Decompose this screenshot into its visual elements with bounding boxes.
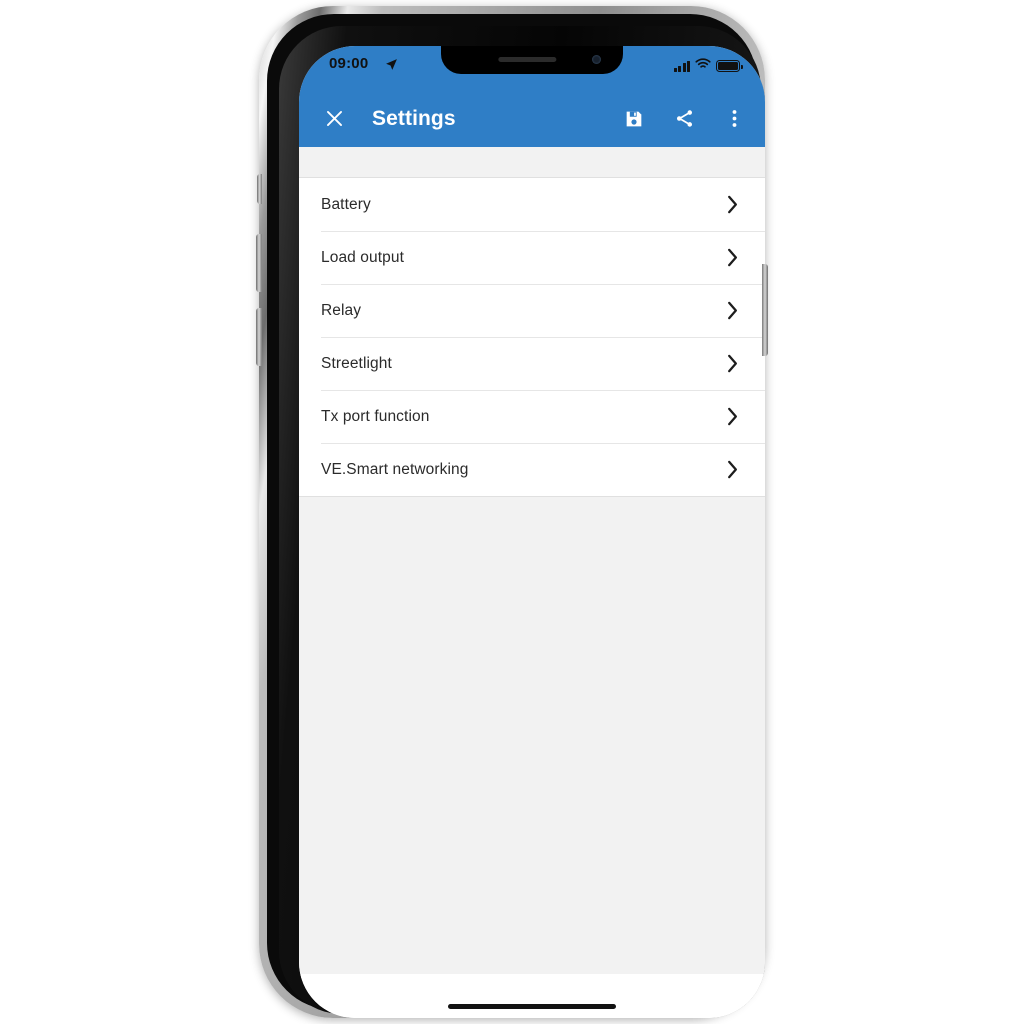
phone-device-frame: 09:00 Settings Battery Load output Relay… bbox=[256, 6, 768, 1018]
chevron-right-icon bbox=[727, 460, 739, 479]
location-arrow-icon bbox=[385, 58, 398, 76]
settings-row-ve-smart-networking[interactable]: VE.Smart networking bbox=[299, 443, 765, 496]
power-button[interactable] bbox=[762, 264, 768, 356]
phone-notch bbox=[441, 46, 623, 74]
settings-content: Battery Load output Relay Streetlight Tx… bbox=[299, 147, 765, 1018]
settings-row-load-output[interactable]: Load output bbox=[299, 231, 765, 284]
app-bar: Settings bbox=[299, 90, 765, 147]
phone-bezel: 09:00 Settings Battery Load output Relay… bbox=[267, 14, 765, 1018]
settings-row-tx-port-function[interactable]: Tx port function bbox=[299, 390, 765, 443]
phone-screen: 09:00 Settings Battery Load output Relay… bbox=[299, 46, 765, 1018]
overflow-menu-button[interactable] bbox=[715, 97, 753, 141]
cellular-signal-icon bbox=[673, 60, 690, 72]
settings-row-label: Load output bbox=[321, 248, 404, 266]
settings-row-battery[interactable]: Battery bbox=[299, 178, 765, 231]
phone-screen-bed: 09:00 Settings Battery Load output Relay… bbox=[299, 46, 765, 1018]
save-button[interactable] bbox=[615, 97, 653, 141]
list-top-spacer bbox=[299, 147, 765, 178]
wifi-icon bbox=[695, 57, 711, 75]
status-bar-indicators bbox=[673, 57, 743, 75]
battery-full-icon bbox=[716, 60, 743, 72]
home-indicator[interactable] bbox=[448, 1004, 616, 1009]
settings-row-relay[interactable]: Relay bbox=[299, 284, 765, 337]
settings-row-label: Tx port function bbox=[321, 407, 430, 425]
volume-down-button[interactable] bbox=[256, 308, 262, 366]
earpiece-speaker-icon bbox=[498, 57, 557, 62]
settings-row-label: Battery bbox=[321, 195, 371, 213]
list-bottom-divider bbox=[299, 496, 765, 497]
mute-switch[interactable] bbox=[257, 174, 262, 204]
settings-row-label: Relay bbox=[321, 301, 362, 319]
chevron-right-icon bbox=[727, 248, 739, 267]
chevron-right-icon bbox=[727, 195, 739, 214]
settings-row-label: VE.Smart networking bbox=[321, 460, 469, 478]
share-button[interactable] bbox=[665, 97, 703, 141]
chevron-right-icon bbox=[727, 301, 739, 320]
home-indicator-area bbox=[299, 974, 765, 1018]
chevron-right-icon bbox=[727, 354, 739, 373]
settings-list: Battery Load output Relay Streetlight Tx… bbox=[299, 178, 765, 496]
settings-row-streetlight[interactable]: Streetlight bbox=[299, 337, 765, 390]
front-camera-icon bbox=[592, 55, 601, 64]
phone-inner-rim: 09:00 Settings Battery Load output Relay… bbox=[279, 26, 765, 1018]
status-bar-time: 09:00 bbox=[329, 55, 369, 72]
page-title: Settings bbox=[372, 106, 456, 130]
chevron-right-icon bbox=[727, 407, 739, 426]
settings-row-label: Streetlight bbox=[321, 354, 392, 372]
app-bar-actions bbox=[615, 97, 753, 141]
volume-up-button[interactable] bbox=[256, 234, 262, 292]
close-button[interactable] bbox=[312, 97, 356, 141]
